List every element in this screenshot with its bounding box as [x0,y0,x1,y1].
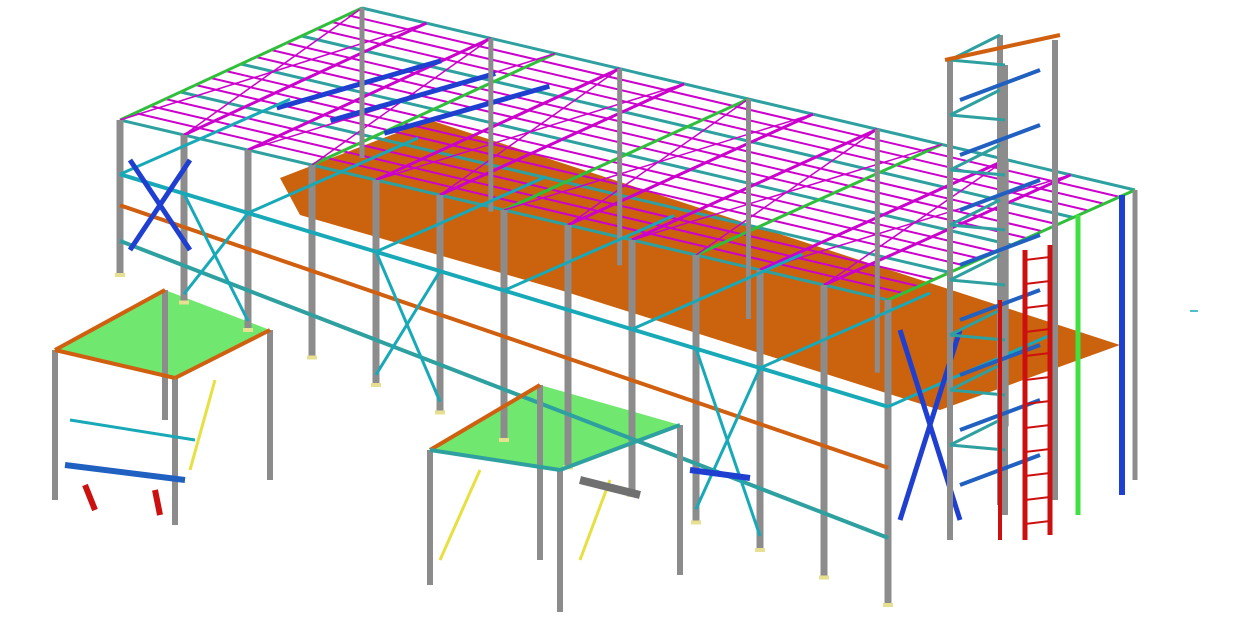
tower-beam [949,113,1006,122]
model-viewport [0,0,1258,624]
floor-beam [183,225,249,251]
x-brace [182,212,250,296]
diagonal-brace [578,479,612,561]
floor-beam [631,437,697,466]
floor-beam [439,362,505,392]
x-brace [694,367,762,510]
floor-beam [311,230,377,254]
floor-beam [695,346,761,370]
ladder-rung [1024,520,1051,525]
floor-beam [183,263,249,293]
floor-beam [247,211,313,235]
ladder-rung [1024,496,1051,501]
roof-brace [695,128,878,256]
support-post [82,483,98,512]
diagonal-brace [438,469,482,561]
floor-beam [119,239,185,268]
floor-beam [247,288,313,318]
platform-handrail [64,462,186,483]
roof-brace [183,7,363,136]
stair-tower [944,33,1061,540]
roof-rafter [183,21,428,137]
floor-beam [631,327,697,351]
ladder-rung [1024,448,1051,453]
ladder-rung [1024,304,1051,309]
floor-beam [247,247,313,273]
x-brace [694,348,762,537]
floor-beam [759,422,825,448]
ladder-rung [1024,472,1051,477]
floor-beam [439,312,505,339]
ladder-rung [1024,280,1051,285]
x-brace [374,251,442,403]
floor-beam [375,249,441,274]
floor-beam [503,334,569,361]
floor-beam [823,443,889,470]
floor-beam [311,268,377,295]
floor-beam [759,486,825,516]
floor-beam [503,288,569,312]
floor-beam [759,366,825,390]
tower-beam [949,278,1006,287]
tower-beam [949,58,1006,67]
stair-stringer [188,379,217,471]
floor-beam [567,356,633,383]
floor-beam [631,378,697,405]
floor-beam [311,313,377,342]
floor-beam [439,269,505,293]
structural-steel-model [52,6,1198,612]
floor-beam [823,511,889,540]
floor-beam [375,290,441,317]
depth-beam [119,97,291,176]
floor-beam [695,400,761,426]
ladder-rung [1024,424,1051,429]
floor-beam [567,307,633,332]
support-post [152,489,163,516]
tower-beam [949,443,1006,452]
roof-rafter [119,6,363,122]
ladder-rung [1024,256,1051,261]
